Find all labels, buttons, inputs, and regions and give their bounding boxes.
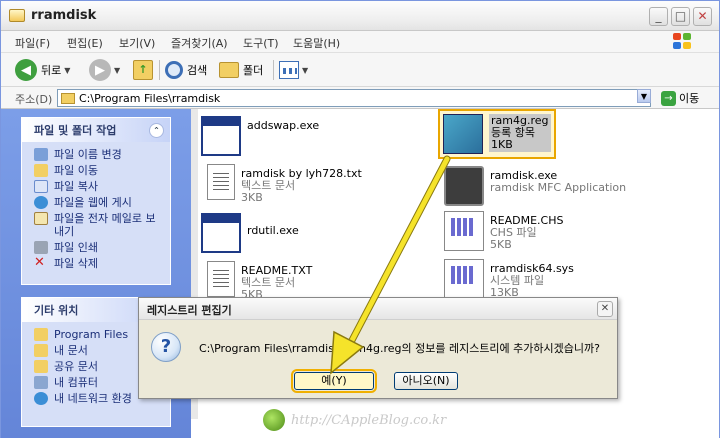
explorer-window: rramdisk _ □ ✕ 파일(F) 편집(E) 보기(V) 즐겨찾기(A)… [0, 0, 720, 438]
chevron-down-icon: ▼ [64, 65, 71, 75]
search-label: 검색 [187, 64, 208, 77]
file-item[interactable]: README.CHS CHS 파일 5KB [444, 211, 563, 251]
folders-button[interactable]: 폴더 [219, 58, 263, 82]
file-item[interactable]: ramdisk by lyh728.txt 텍스트 문서 3KB [201, 164, 362, 204]
computer-icon [34, 376, 48, 389]
address-label: 주소(D) [15, 93, 53, 106]
printer-icon [34, 241, 48, 254]
views-icon [279, 61, 299, 79]
back-button[interactable]: ◀ 뒤로 ▼ [15, 58, 70, 82]
file-item[interactable]: README.TXT 텍스트 문서 5KB [201, 261, 312, 301]
exe-window-icon [201, 213, 241, 253]
folder-icon [61, 93, 75, 104]
folder-icon [34, 344, 48, 357]
go-label: 이동 [679, 92, 700, 105]
up-folder-button[interactable]: ↑ [133, 58, 153, 82]
file-tasks-panel: 파일 및 폴더 작업 ⌃ 파일 이름 변경 파일 이동 파일 복사 파일을 웹에… [21, 117, 171, 285]
exe-window-icon [201, 116, 241, 156]
chevron-down-icon: ▼ [114, 65, 121, 75]
address-input[interactable]: C:\Program Files\rramdisk [57, 89, 651, 107]
maximize-button[interactable]: □ [671, 7, 690, 26]
network-icon [34, 392, 48, 405]
forward-button[interactable]: ▶ ▼ [89, 58, 120, 82]
task-move[interactable]: 파일 이동 [34, 164, 162, 177]
back-label: 뒤로 [41, 64, 62, 77]
chip-icon [444, 166, 484, 206]
task-rename[interactable]: 파일 이름 변경 [34, 148, 162, 161]
registry-editor-dialog: 레지스트리 편집기 ✕ ? C:\Program Files\rramdisk\… [138, 297, 618, 399]
move-icon [34, 164, 48, 177]
mail-icon [34, 212, 48, 225]
close-button[interactable]: ✕ [693, 7, 712, 26]
file-item[interactable]: rdutil.exe [201, 213, 299, 253]
windows-logo-icon [673, 33, 693, 51]
question-icon: ? [151, 332, 181, 362]
menu-help[interactable]: 도움말(H) [293, 35, 340, 51]
collapse-icon[interactable]: ⌃ [149, 122, 164, 138]
search-icon [165, 61, 183, 79]
folder-icon [34, 328, 48, 341]
file-item-selected[interactable]: ram4g.reg 등록 항목 1KB [438, 109, 556, 159]
file-item[interactable]: ramdisk.exe ramdisk MFC Application [444, 166, 626, 206]
back-arrow-icon: ◀ [15, 59, 37, 81]
folder-icon [34, 360, 48, 373]
folders-label: 폴더 [243, 64, 264, 77]
delete-x-icon: ✕ [34, 255, 45, 270]
menu-view[interactable]: 보기(V) [119, 35, 155, 51]
rename-icon [34, 148, 48, 161]
file-tasks-header[interactable]: 파일 및 폴더 작업 ⌃ [22, 118, 170, 142]
up-folder-icon: ↑ [133, 60, 153, 80]
menu-bar: 파일(F) 편집(E) 보기(V) 즐겨찾기(A) 도구(T) 도움말(H) [1, 31, 719, 53]
dialog-message: C:\Program Files\rramdisk\ram4g.reg의 정보를… [199, 342, 600, 355]
search-button[interactable]: 검색 [165, 58, 207, 82]
go-button[interactable]: → 이동 [661, 90, 699, 106]
panel-title: 기타 위치 [34, 304, 79, 317]
address-bar: 주소(D) C:\Program Files\rramdisk ▼ → 이동 [1, 87, 719, 109]
menu-file[interactable]: 파일(F) [15, 35, 50, 51]
apple-logo-icon [263, 409, 285, 431]
file-item[interactable]: rramdisk64.sys 시스템 파일 13KB [444, 259, 574, 299]
go-arrow-icon: → [661, 90, 676, 106]
globe-icon [34, 196, 48, 209]
watermark: http://CAppleBlog.co.kr [263, 409, 446, 431]
task-print[interactable]: 파일 인쇄 [34, 241, 162, 254]
copy-icon [34, 180, 48, 193]
title-bar[interactable]: rramdisk _ □ ✕ [1, 1, 719, 31]
task-copy[interactable]: 파일 복사 [34, 180, 162, 193]
menu-favorites[interactable]: 즐겨찾기(A) [171, 35, 228, 51]
task-email[interactable]: 파일을 전자 메일로 보내기 [34, 212, 162, 238]
file-item[interactable]: addswap.exe [201, 116, 319, 156]
task-delete[interactable]: ✕ 파일 삭제 [34, 255, 162, 270]
system-file-icon [444, 259, 484, 299]
system-file-icon [444, 211, 484, 251]
toolbar: ◀ 뒤로 ▼ ▶ ▼ ↑ 검색 폴더 ▼ [1, 53, 719, 87]
folder-icon [219, 62, 239, 78]
address-path: C:\Program Files\rramdisk [79, 92, 221, 105]
minimize-button[interactable]: _ [649, 7, 668, 26]
dialog-close-button[interactable]: ✕ [597, 301, 613, 317]
text-document-icon [207, 164, 235, 200]
task-publish-web[interactable]: 파일을 웹에 게시 [34, 196, 162, 209]
watermark-url: http://CAppleBlog.co.kr [291, 412, 447, 428]
forward-arrow-icon: ▶ [89, 59, 111, 81]
chevron-down-icon: ▼ [302, 65, 309, 75]
folder-icon [9, 9, 25, 22]
menu-edit[interactable]: 편집(E) [67, 35, 103, 51]
window-title: rramdisk [31, 8, 97, 23]
views-button[interactable]: ▼ [279, 58, 308, 82]
yes-button[interactable]: 예(Y) [291, 369, 377, 393]
menu-tools[interactable]: 도구(T) [243, 35, 279, 51]
no-button[interactable]: 아니오(N) [394, 372, 458, 390]
address-dropdown-button[interactable]: ▼ [637, 89, 651, 103]
dialog-title[interactable]: 레지스트리 편집기 [139, 298, 617, 320]
text-document-icon [207, 261, 235, 297]
panel-title: 파일 및 폴더 작업 [34, 124, 117, 137]
registry-cubes-icon [443, 114, 483, 154]
